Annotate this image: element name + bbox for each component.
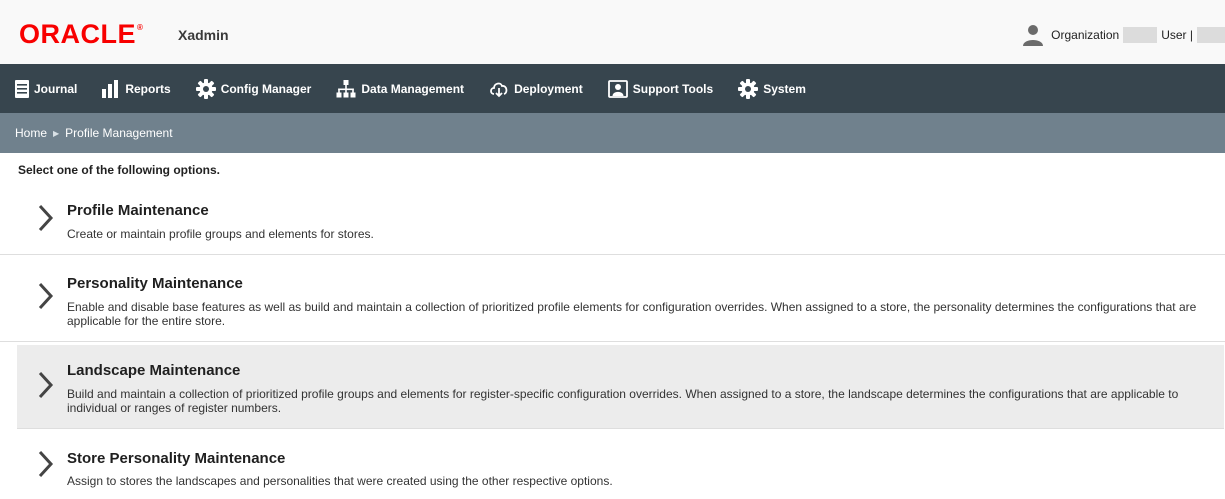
journal-icon [15,79,29,98]
option-personality-maintenance[interactable]: Personality Maintenance Enable and disab… [0,255,1225,342]
option-description: Build and maintain a collection of prior… [67,387,1179,415]
chevron-right-icon [38,371,54,399]
nav-journal-label: Journal [34,81,78,96]
nav-deployment[interactable]: Deployment [489,80,583,98]
nav-config-manager-label: Config Manager [220,81,312,96]
breadcrumb-current: Profile Management [65,126,173,140]
chevron-right-icon [38,204,54,232]
option-title: Store Personality Maintenance [67,450,286,467]
oracle-logo[interactable]: ORACLE® [19,19,143,50]
page-instructions: Select one of the following options. [18,163,220,177]
option-title: Landscape Maintenance [67,362,241,379]
option-landscape-maintenance[interactable]: Landscape Maintenance Build and maintain… [17,345,1224,429]
nav-support-tools[interactable]: Support Tools [607,79,714,98]
organization-value-redacted [1123,27,1158,43]
option-description: Assign to stores the landscapes and pers… [67,474,613,488]
cloud-download-icon [490,82,508,97]
nav-support-tools-label: Support Tools [632,81,714,96]
breadcrumb-separator-icon: ▶ [53,128,60,138]
user-value-redacted [1197,27,1225,43]
option-profile-maintenance[interactable]: Profile Maintenance Create or maintain p… [0,190,1225,255]
breadcrumb-home[interactable]: Home [15,126,47,140]
nav-reports[interactable]: Reports [102,79,171,98]
bar-chart-icon [102,79,119,98]
user-icon [1023,25,1044,46]
option-title: Profile Maintenance [67,202,209,219]
nav-journal[interactable]: Journal [15,79,78,98]
top-header: ORACLE® Xadmin Organization User | [0,0,1225,64]
chevron-right-icon [38,282,54,310]
nav-config-manager[interactable]: Config Manager [195,78,312,99]
gear-icon [195,78,216,99]
support-icon [607,79,628,98]
option-description: Create or maintain profile groups and el… [67,227,374,241]
hierarchy-icon [336,79,356,97]
gear-icon [738,78,759,99]
nav-system-label: System [763,81,806,96]
organization-label: Organization [1051,28,1120,42]
chevron-right-icon [38,450,54,478]
app-name: Xadmin [178,27,229,43]
breadcrumb: Home ▶ Profile Management [0,113,1225,153]
main-nav: Journal Reports Config Manager Data Mana… [0,64,1225,113]
user-label: User | [1161,28,1193,42]
option-description: Enable and disable base features as well… [67,300,1197,328]
nav-reports-label: Reports [125,81,171,96]
option-store-personality-maintenance[interactable]: Store Personality Maintenance Assign to … [0,430,1225,499]
nav-deployment-label: Deployment [514,81,583,96]
nav-data-management[interactable]: Data Management [336,79,465,98]
nav-system[interactable]: System [738,78,806,99]
option-title: Personality Maintenance [67,275,243,292]
logo-text: ORACLE [19,19,136,49]
nav-data-management-label: Data Management [361,81,465,96]
logo-trademark: ® [137,23,144,32]
user-area[interactable]: Organization User | [1021,22,1225,48]
